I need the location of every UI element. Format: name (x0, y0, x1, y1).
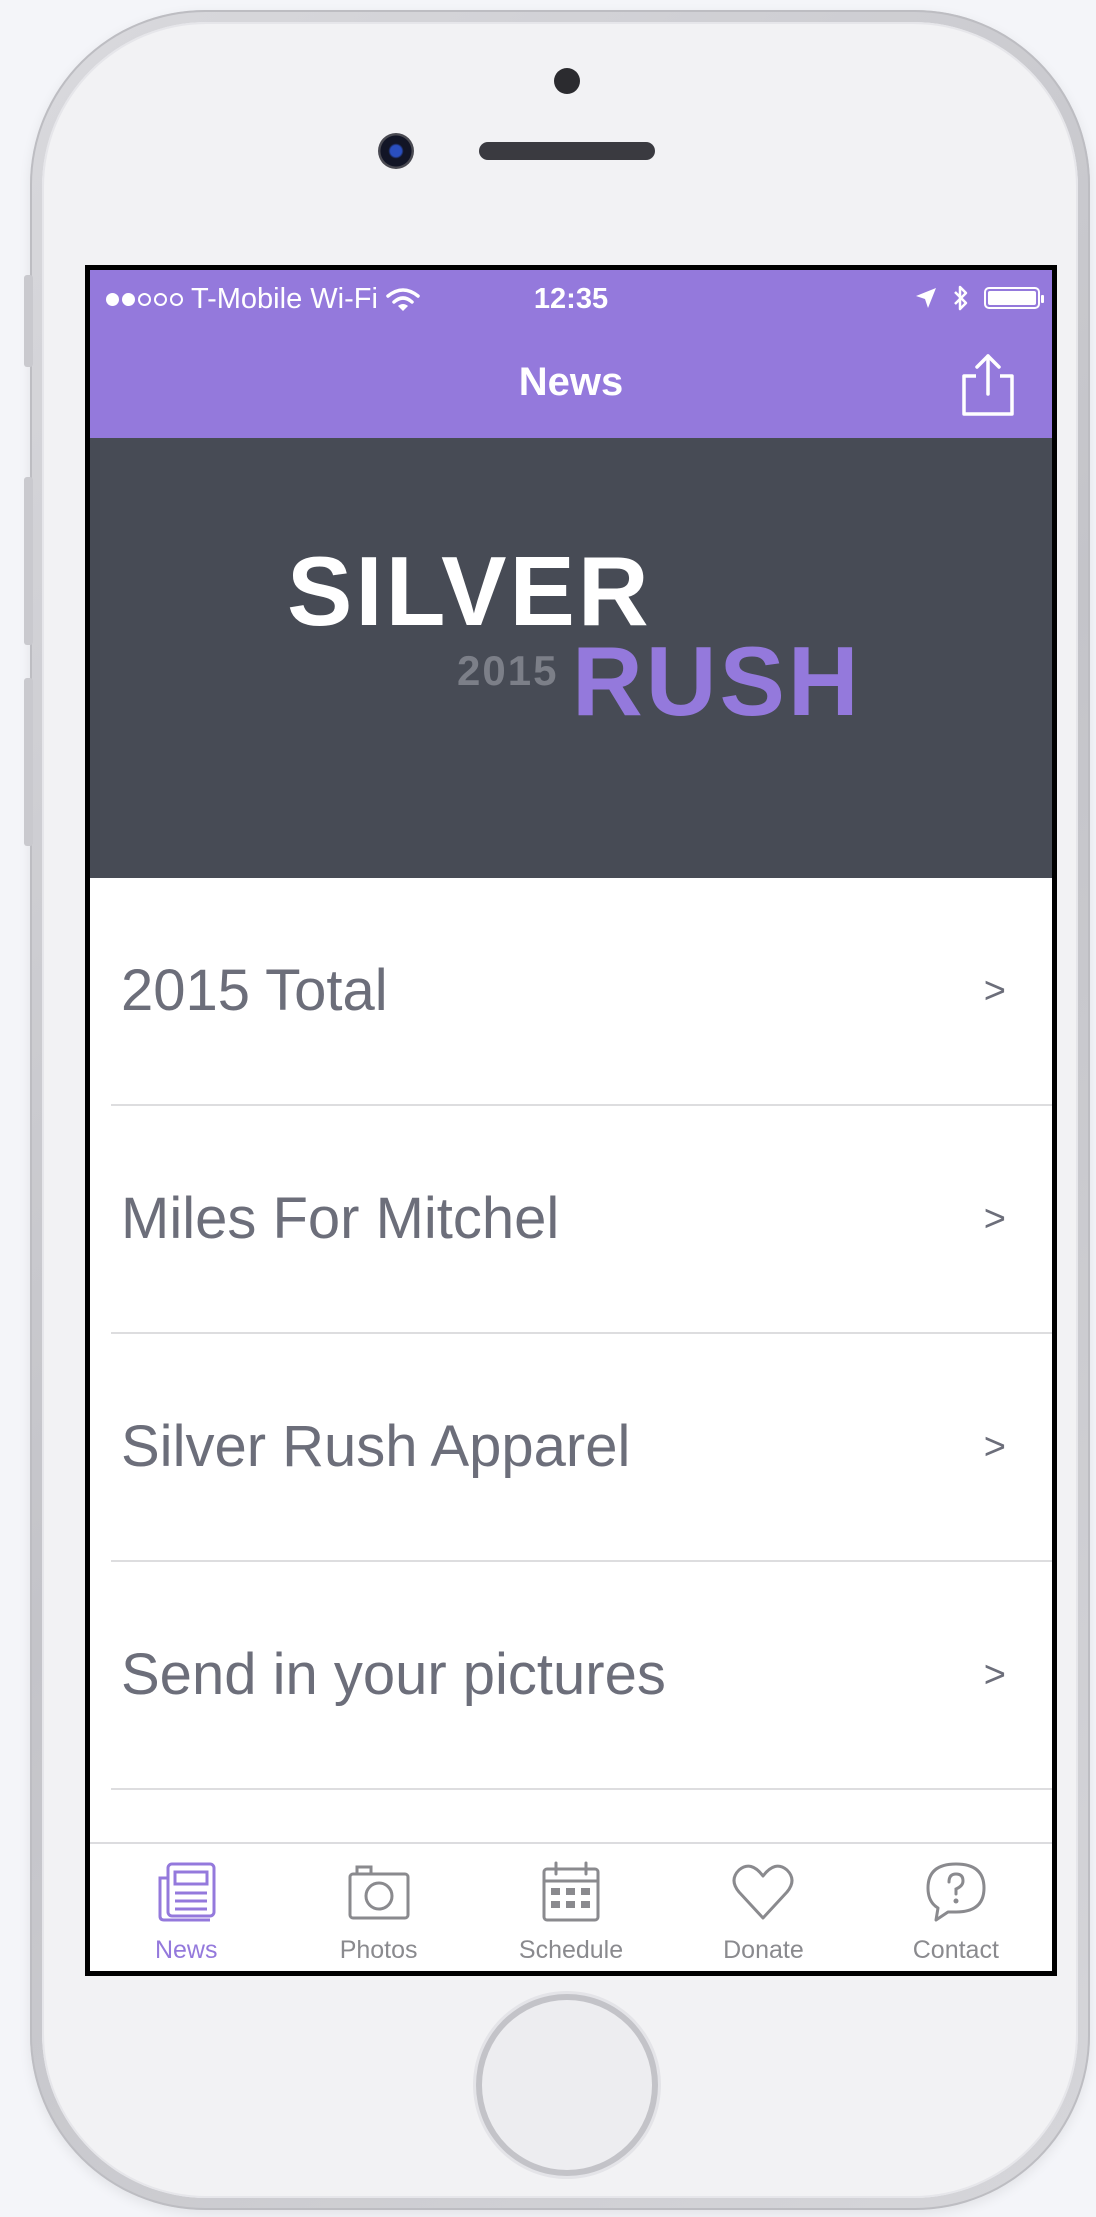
calendar-icon (542, 1861, 600, 1922)
battery-icon (984, 287, 1044, 309)
newspaper-icon (158, 1862, 216, 1922)
app-screen: T-Mobile Wi-Fi 12:35 News SILVER 2015 RU… (85, 265, 1057, 1976)
camera-icon (348, 1865, 410, 1920)
tab-bar: News Photos Schedule Donate Contact (90, 1842, 1052, 1971)
list-item-silver-rush-apparel[interactable]: Silver Rush Apparel > (90, 1334, 1052, 1562)
tab-label: Contact (912, 1936, 999, 1964)
status-bar: T-Mobile Wi-Fi 12:35 (90, 270, 1052, 332)
list-item-send-pictures[interactable]: Send in your pictures > (90, 1562, 1052, 1790)
page-title: News (518, 360, 624, 404)
question-bubble-icon (926, 1862, 986, 1922)
list-item-label: Send in your pictures (121, 1642, 666, 1707)
tab-contact[interactable]: Contact (860, 1844, 1052, 1971)
tab-label: Schedule (518, 1936, 624, 1964)
status-right (914, 284, 1044, 312)
mute-switch (24, 275, 33, 367)
silver-rush-banner: SILVER 2015 RUSH (90, 438, 1052, 878)
list-item-2015-total[interactable]: 2015 Total > (90, 878, 1052, 1106)
location-arrow-icon (916, 288, 936, 308)
volume-down-button (24, 678, 33, 846)
front-camera (378, 133, 414, 169)
logo-year-text: 2015 (457, 647, 559, 694)
list-item-label: Silver Rush Apparel (121, 1414, 631, 1479)
tab-label: News (154, 1936, 218, 1964)
chevron-right-icon: > (983, 1654, 1006, 1696)
tab-label: Photos (339, 1936, 418, 1964)
tab-photos[interactable]: Photos (282, 1844, 474, 1971)
volume-up-button (24, 477, 33, 645)
status-time: 12:35 (533, 283, 609, 315)
list-item-label: Miles For Mitchel (121, 1186, 560, 1251)
earpiece-speaker (479, 142, 655, 160)
tab-news[interactable]: News (90, 1844, 282, 1971)
tab-donate[interactable]: Donate (667, 1844, 859, 1971)
bluetooth-icon (954, 285, 968, 311)
list-item-miles-for-mitchel[interactable]: Miles For Mitchel > (90, 1106, 1052, 1334)
proximity-sensor (554, 68, 580, 94)
share-icon[interactable] (958, 352, 1018, 418)
list-item-label: 2015 Total (121, 958, 388, 1023)
home-button[interactable] (482, 2000, 652, 2170)
logo-rush-text: RUSH (572, 626, 862, 736)
tab-label: Donate (723, 1936, 804, 1964)
chevron-right-icon: > (983, 970, 1006, 1012)
tab-schedule[interactable]: Schedule (475, 1844, 667, 1971)
news-list: 2015 Total > Miles For Mitchel > Silver … (90, 878, 1052, 1790)
heart-icon (732, 1864, 794, 1920)
chevron-right-icon: > (983, 1198, 1006, 1240)
navigation-bar: News (90, 332, 1052, 438)
chevron-right-icon: > (983, 1426, 1006, 1468)
